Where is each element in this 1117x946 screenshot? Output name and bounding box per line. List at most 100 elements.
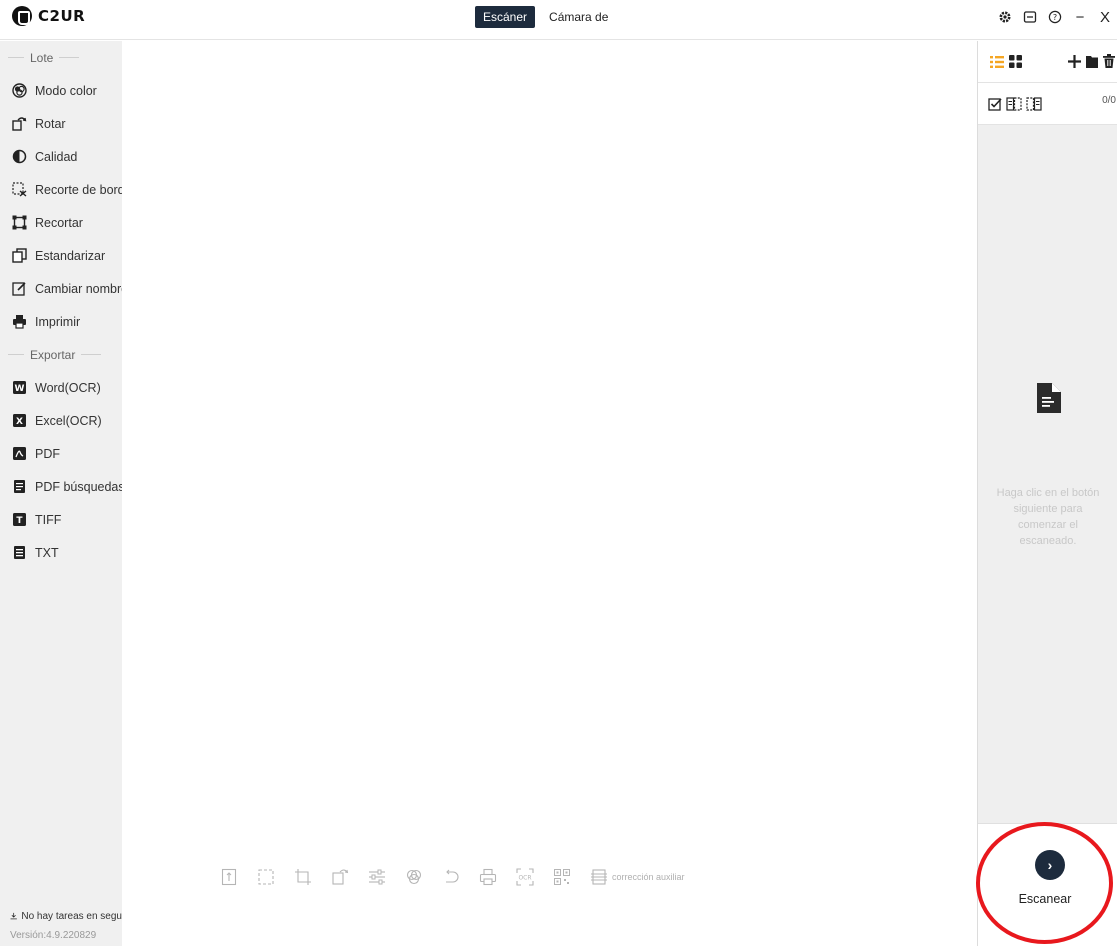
sidebar-item-label: Calidad	[35, 149, 78, 164]
brand-name: C2UR	[38, 7, 86, 25]
excel-badge: X	[16, 417, 23, 427]
ocr-label: OCR	[518, 875, 531, 882]
batch-section-header: Lote	[0, 41, 122, 74]
rotate-tool-icon[interactable]	[331, 867, 349, 887]
main-canvas: OCR corrección auxiliar	[122, 41, 977, 946]
page-counter: 0/0	[1102, 95, 1116, 106]
searchable-pdf-icon	[12, 479, 27, 494]
title-bar: C2UR Escáner Cámara de ? − X	[0, 0, 1117, 40]
folder-icon[interactable]	[1086, 55, 1098, 73]
select-even-icon[interactable]	[1026, 96, 1042, 117]
sidebar-item-tiff[interactable]: T TIFF	[0, 503, 122, 536]
sidebar-item-color-mode[interactable]: Modo color	[0, 74, 122, 107]
sidebar-item-label: Recortar	[35, 215, 83, 230]
sidebar-item-label: Estandarizar	[35, 248, 106, 263]
sidebar-item-pdf[interactable]: PDF	[0, 437, 122, 470]
aux-correction-button[interactable]: corrección auxiliar	[590, 868, 685, 886]
excel-icon: X	[12, 413, 27, 428]
pdf-icon	[12, 446, 27, 461]
tab-scanner[interactable]: Escáner	[475, 6, 536, 28]
sidebar-item-crop[interactable]: Recortar	[0, 206, 122, 239]
divider	[8, 57, 24, 58]
empty-state-message: Haga clic en el botón siguiente para com…	[996, 487, 1100, 547]
gear-icon[interactable]	[997, 8, 1013, 26]
color-icon[interactable]	[405, 867, 423, 887]
sidebar-item-label: Excel(OCR)	[35, 413, 102, 428]
print-tool-icon[interactable]	[479, 867, 497, 887]
svg-text:?: ?	[1053, 13, 1057, 22]
trash-icon[interactable]	[1103, 54, 1115, 73]
close-icon[interactable]: X	[1097, 8, 1113, 26]
rotate-icon	[12, 116, 27, 131]
select-area-icon[interactable]	[257, 867, 275, 887]
image-toolbar: OCR corrección auxiliar	[220, 865, 685, 889]
divider	[8, 354, 24, 355]
word-badge: W	[15, 384, 25, 394]
sidebar-item-label: Cambiar nombre	[35, 281, 122, 296]
tiff-badge: T	[16, 516, 23, 526]
window-controls: ? − X	[997, 8, 1113, 26]
sidebar-item-edge-crop[interactable]: Recorte de borde s	[0, 173, 122, 206]
edge-crop-icon	[12, 182, 27, 197]
adjust-icon[interactable]	[368, 867, 386, 887]
sidebar-item-label: PDF	[35, 446, 60, 461]
ocr-icon[interactable]: OCR	[516, 867, 534, 887]
sidebar-item-rotate[interactable]: Rotar	[0, 107, 122, 140]
list-view-icon[interactable]	[990, 55, 1004, 74]
tiff-icon: T	[12, 512, 27, 527]
scan-label[interactable]: Escanear	[978, 892, 1117, 906]
sidebar-item-rename[interactable]: Cambiar nombre	[0, 272, 122, 305]
tab-camera[interactable]: Cámara de	[541, 6, 616, 28]
view-toolbar	[978, 41, 1117, 83]
sidebar-item-txt[interactable]: TXT	[0, 536, 122, 569]
rename-icon	[12, 281, 27, 296]
app-logo: C2UR	[12, 6, 85, 26]
scan-button[interactable]: ›	[1035, 850, 1065, 880]
select-all-icon[interactable]	[988, 97, 1002, 116]
qr-icon[interactable]	[553, 867, 571, 887]
select-odd-icon[interactable]	[1006, 96, 1022, 117]
sidebar-item-excel[interactable]: X Excel(OCR)	[0, 404, 122, 437]
sidebar-item-label: TIFF	[35, 512, 62, 527]
grid-view-icon[interactable]	[1009, 55, 1022, 73]
task-status-text: No hay tareas en segu	[21, 910, 122, 922]
aux-correction-icon	[591, 869, 607, 885]
left-sidebar: Lote Modo color Rotar Calidad Recorte de…	[0, 41, 122, 946]
export-header-label: Exportar	[30, 347, 76, 362]
sidebar-item-word[interactable]: W Word(OCR)	[0, 371, 122, 404]
sidebar-item-standardize[interactable]: Estandarizar	[0, 239, 122, 272]
logo-icon	[12, 6, 32, 26]
task-status[interactable]: No hay tareas en segu	[10, 906, 122, 926]
download-icon	[10, 912, 17, 920]
word-icon: W	[12, 380, 27, 395]
selection-toolbar: 0/0	[978, 83, 1117, 125]
export-section-header: Exportar	[0, 338, 122, 371]
feedback-icon[interactable]	[1022, 8, 1038, 26]
sidebar-footer: No hay tareas en segu Versión:4.9.220829	[10, 906, 122, 946]
sidebar-item-label: Imprimir	[35, 314, 81, 329]
print-icon	[12, 314, 27, 329]
sidebar-item-searchable-pdf[interactable]: PDF búsquedas	[0, 470, 122, 503]
sidebar-item-print[interactable]: Imprimir	[0, 305, 122, 338]
sidebar-item-label: Recorte de borde s	[35, 182, 122, 197]
right-panel: 0/0 Haga clic en el botón siguiente para…	[977, 41, 1117, 946]
sidebar-item-label: Modo color	[35, 83, 97, 98]
version-label: Versión:4.9.220829	[10, 930, 97, 941]
sidebar-item-label: Rotar	[35, 116, 66, 131]
minimize-icon[interactable]: −	[1072, 8, 1088, 26]
split-icon[interactable]	[220, 867, 238, 887]
undo-icon[interactable]	[442, 867, 460, 887]
sidebar-item-label: TXT	[35, 545, 59, 560]
batch-header-label: Lote	[30, 50, 54, 65]
sidebar-item-label: Word(OCR)	[35, 380, 101, 395]
document-icon	[1037, 383, 1061, 418]
divider	[81, 354, 102, 355]
aux-correction-label: corrección auxiliar	[612, 872, 685, 882]
add-icon[interactable]	[1068, 55, 1081, 73]
sidebar-item-quality[interactable]: Calidad	[0, 140, 122, 173]
crop-tool-icon[interactable]	[294, 867, 312, 887]
mode-tabs: Escáner Cámara de	[475, 6, 616, 28]
help-icon[interactable]: ?	[1047, 8, 1063, 26]
crop-icon	[12, 215, 27, 230]
scan-area: › Escanear	[978, 823, 1117, 946]
